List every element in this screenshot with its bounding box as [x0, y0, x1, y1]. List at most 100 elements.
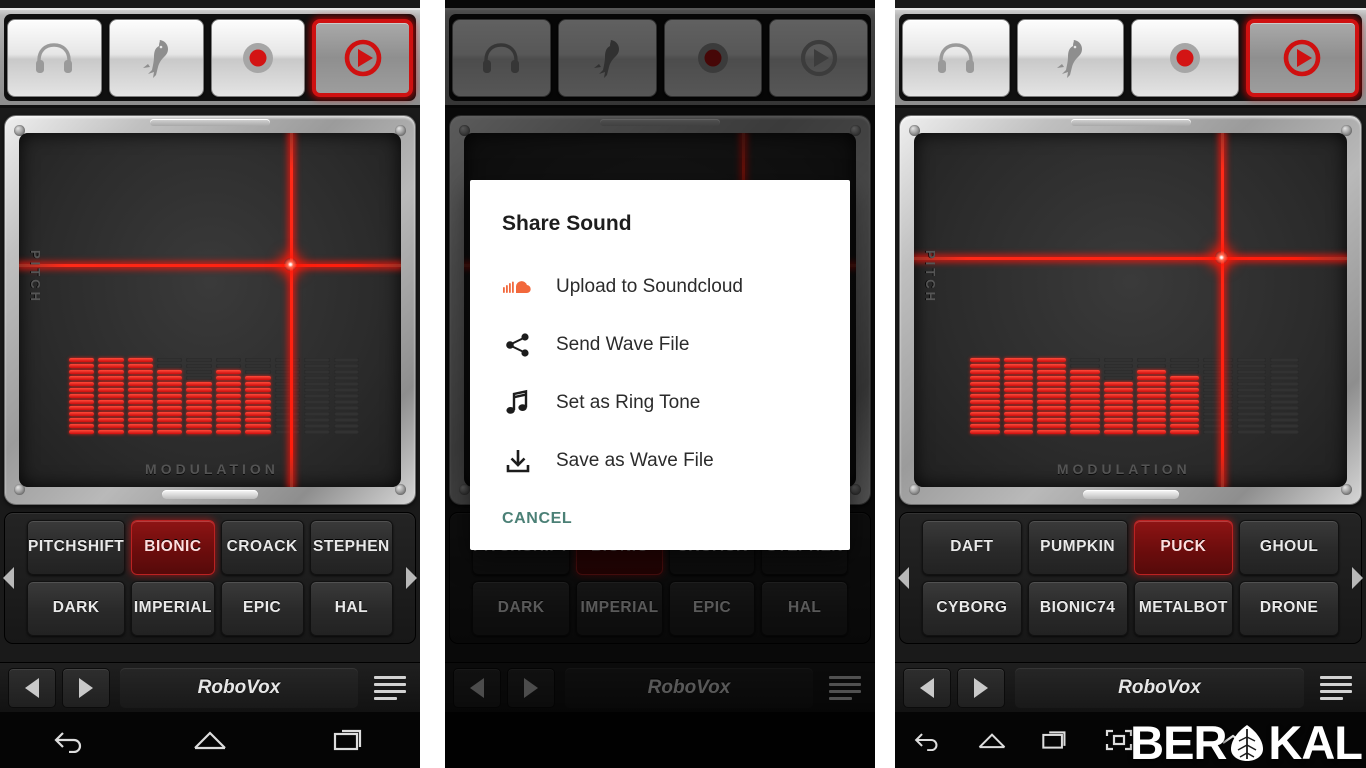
soundcloud-icon	[502, 271, 534, 303]
led-segment	[127, 357, 153, 362]
led-segment	[68, 369, 95, 374]
led-segment	[1270, 387, 1300, 392]
led-segment	[1070, 357, 1100, 362]
led-segment	[245, 369, 271, 374]
preset-button[interactable]: BIONIC	[131, 520, 215, 575]
led-segment	[1170, 393, 1200, 398]
led-segment	[1036, 387, 1067, 392]
preset-page-next-icon[interactable]	[406, 567, 417, 589]
record-button[interactable]	[1131, 18, 1239, 97]
preset-label: EPIC	[243, 599, 282, 617]
led-segment	[245, 411, 271, 416]
preset-button[interactable]: IMPERIAL	[131, 581, 215, 636]
led-segment	[98, 411, 124, 416]
led-segment	[274, 429, 301, 434]
led-segment	[127, 369, 153, 374]
record-button[interactable]	[210, 18, 306, 97]
xy-pad-left[interactable]: PITCH MODULATION	[19, 133, 401, 487]
next-preset-button[interactable]	[957, 667, 1005, 708]
next-preset-button[interactable]	[62, 667, 110, 708]
led-segment	[304, 411, 330, 416]
menu-button[interactable]	[1314, 668, 1358, 708]
screenshot-icon[interactable]	[1105, 729, 1133, 751]
monitor-button[interactable]	[7, 18, 102, 97]
voice-button[interactable]	[1016, 18, 1124, 97]
modulation-label: MODULATION	[1056, 461, 1191, 477]
led-segment	[333, 399, 359, 404]
led-segment	[970, 375, 1000, 380]
preset-button[interactable]: HAL	[309, 581, 393, 636]
preset-label: METAL	[1138, 599, 1194, 617]
led-segment	[156, 387, 183, 392]
prev-preset-button[interactable]	[8, 667, 56, 708]
led-segment	[1203, 429, 1233, 434]
dialog-item-label: Send Wave File	[556, 334, 690, 355]
preset-button[interactable]: CROACK	[220, 520, 304, 575]
led-segment	[1003, 387, 1033, 392]
preset-button[interactable]: STEPHEN	[309, 520, 393, 575]
preset-button[interactable]: METAL BOT	[1133, 581, 1234, 636]
led-segment	[127, 411, 153, 416]
preset-button[interactable]: PUCK	[1133, 520, 1234, 575]
pitch-label: PITCH	[923, 249, 938, 304]
play-button[interactable]	[312, 18, 413, 97]
led-column	[127, 186, 153, 434]
preset-button[interactable]: PUMPKIN	[1027, 520, 1128, 575]
led-segment	[68, 393, 95, 398]
preset-button[interactable]: PITCHSHIFT	[27, 520, 126, 575]
led-segment	[1236, 357, 1267, 362]
music-note-icon	[502, 387, 534, 419]
preset-page-next-icon[interactable]	[1352, 567, 1363, 589]
dialog-item-upload-to-soundcloud[interactable]: Upload to Soundcloud	[470, 258, 850, 316]
led-segment	[304, 423, 330, 428]
preset-button[interactable]: BIONIC74	[1027, 581, 1128, 636]
led-segment	[1136, 381, 1167, 386]
home-icon[interactable]	[977, 730, 1007, 751]
led-segment	[186, 357, 212, 362]
led-segment	[1003, 375, 1033, 380]
play-button[interactable]	[1245, 18, 1359, 97]
led-segment	[1070, 429, 1100, 434]
preset-button[interactable]: GHOUL	[1239, 520, 1339, 575]
dialog-item-send-wave-file[interactable]: Send Wave File	[470, 316, 850, 374]
prev-preset-button[interactable]	[903, 667, 951, 708]
preset-button[interactable]: DARK	[27, 581, 126, 636]
back-icon[interactable]	[53, 727, 87, 753]
led-segment	[215, 381, 242, 386]
led-segment	[245, 429, 271, 434]
monitor-button[interactable]	[902, 18, 1010, 97]
dialog-item-set-as-ring-tone[interactable]: Set as Ring Tone	[470, 374, 850, 432]
home-icon[interactable]	[192, 728, 228, 752]
play-icon	[344, 39, 381, 76]
recents-icon[interactable]	[333, 727, 367, 753]
led-segment	[1103, 369, 1133, 374]
voice-button[interactable]	[108, 18, 204, 97]
led-column	[156, 186, 183, 434]
preset-page-prev-icon[interactable]	[3, 567, 14, 589]
led-segment	[333, 429, 359, 434]
led-segment	[1136, 405, 1167, 410]
led-segment	[1136, 423, 1167, 428]
led-segment	[1003, 369, 1033, 374]
led-segment	[274, 399, 301, 404]
preset-button[interactable]: DRONE	[1239, 581, 1339, 636]
back-icon[interactable]	[913, 729, 943, 751]
dialog-item-save-as-wave-file[interactable]: Save as Wave File	[470, 432, 850, 490]
cancel-button[interactable]: CANCEL	[470, 490, 850, 538]
menu-icon-line	[374, 682, 406, 686]
menu-icon-line	[374, 696, 398, 700]
led-segment	[970, 369, 1000, 374]
preset-page-prev-icon[interactable]	[898, 567, 909, 589]
preset-button[interactable]: CYBORG	[922, 581, 1022, 636]
xy-pad-right[interactable]: PITCH MODULATION	[914, 133, 1347, 487]
preset-button[interactable]: EPIC	[220, 581, 304, 636]
menu-button[interactable]	[368, 668, 412, 708]
led-segment	[98, 417, 124, 422]
led-segment	[1003, 405, 1033, 410]
next-preset-icon	[974, 677, 988, 698]
led-segment	[970, 381, 1000, 386]
led-segment	[1003, 381, 1033, 386]
preset-button[interactable]: DAFT	[922, 520, 1022, 575]
led-segment	[1136, 399, 1167, 404]
recents-icon[interactable]	[1041, 729, 1071, 751]
